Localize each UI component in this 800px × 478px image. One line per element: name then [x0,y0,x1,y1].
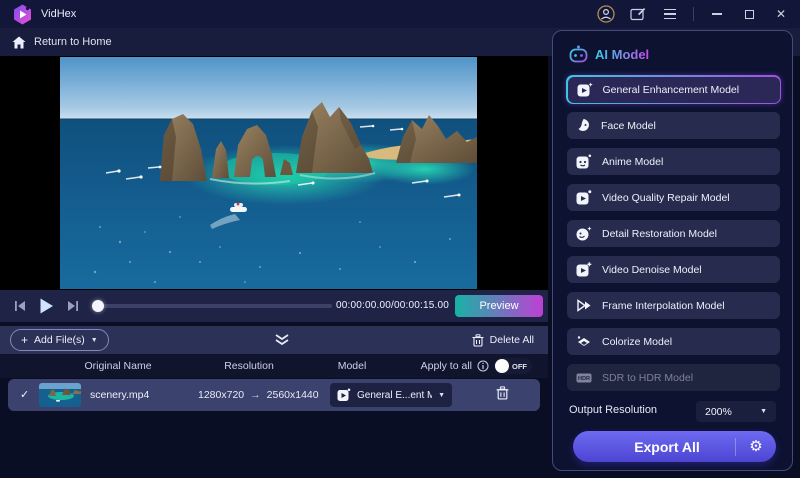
ai-model-panel: AI Model General Enhancement Model Face … [552,30,793,471]
return-home-link[interactable]: Return to Home [34,36,112,48]
chevron-down-icon: ▼ [760,408,767,415]
delete-all-button[interactable]: Delete All [472,326,534,354]
titlebar: VidHex ✕ [0,0,800,28]
model-detail-restoration[interactable]: Detail Restoration Model [567,220,780,247]
file-row[interactable]: ✓ scenery.mp4 1280x720 → 2560x1440 Gener… [8,379,540,411]
plus-icon: + [21,333,29,347]
app-window: VidHex ✕ Return to Home 00:00:00.00/00:0… [0,0,800,478]
close-icon[interactable]: ✕ [772,5,790,23]
row-model-value: General E...ent Model [357,389,433,401]
col-resolution: Resolution [224,360,274,372]
anime-model-icon [576,154,592,169]
chevron-down-icon[interactable]: ▼ [91,337,98,344]
model-play-icon [337,388,351,401]
feedback-icon[interactable] [629,5,647,23]
home-icon[interactable] [12,36,26,49]
arrow-right-icon: → [250,389,261,401]
resolution-to: 2560x1440 [266,389,319,401]
export-settings-gear-icon[interactable]: ⚙ [736,431,776,462]
left-section: 00:00:00.00/00:00:15.00 Preview + Add Fi… [0,56,548,478]
export-all-button[interactable]: Export All ⚙ [573,431,776,462]
robot-icon [569,45,588,63]
model-sdr-to-hdr[interactable]: HDR SDR to HDR Model [567,364,780,391]
seek-knob[interactable] [92,300,104,312]
apply-to-all-toggle[interactable]: OFF [494,358,532,374]
face-model-icon [576,118,591,133]
maximize-icon[interactable] [740,5,758,23]
row-check-icon[interactable]: ✓ [20,379,29,411]
model-face[interactable]: Face Model [567,112,780,139]
model-general-enhancement[interactable]: General Enhancement Model [566,75,781,104]
file-name: scenery.mp4 [90,389,150,401]
menu-icon[interactable] [661,5,679,23]
colorize-model-icon [576,334,592,349]
denoise-model-icon [576,262,592,277]
trash-icon [472,333,484,347]
output-resolution-value: 200% [705,405,732,418]
file-resolution: 1280x720 → 2560x1440 [198,379,319,411]
model-video-denoise[interactable]: Video Denoise Model [567,256,780,283]
svg-text:HDR: HDR [578,376,590,382]
play-button[interactable] [36,296,56,316]
account-icon[interactable] [597,5,615,23]
info-icon[interactable] [477,360,489,372]
hdr-model-icon: HDR [576,370,592,385]
titlebar-separator [693,7,694,21]
file-toolbar: + Add File(s) ▼ Delete All [0,326,548,354]
video-frame [60,57,477,289]
col-model: Model [337,360,367,372]
delete-all-label: Delete All [489,334,534,346]
seek-slider[interactable] [92,300,332,312]
row-model-dropdown[interactable]: General E...ent Model ▼ [330,383,452,407]
repair-model-icon [576,190,592,205]
file-thumbnail [39,383,81,407]
playback-bar: 00:00:00.00/00:00:15.00 Preview [0,290,548,322]
add-files-label: Add File(s) [34,334,85,346]
model-colorize[interactable]: Colorize Model [567,328,780,355]
enhance-model-icon [577,82,593,97]
collapse-list-icon[interactable] [274,333,290,351]
preview-button[interactable]: Preview [455,295,543,317]
detail-model-icon [576,226,592,241]
previous-frame-button[interactable] [10,296,30,316]
col-original-name: Original Name [84,360,152,372]
row-delete-button[interactable] [496,386,509,403]
output-resolution-label: Output Resolution [569,404,658,416]
toggle-state-label: OFF [512,361,527,371]
model-video-quality-repair[interactable]: Video Quality Repair Model [567,184,780,211]
model-frame-interpolation[interactable]: Frame Interpolation Model [567,292,780,319]
chevron-down-icon: ▼ [438,391,445,399]
file-table-header: Original Name Resolution Model Apply to … [0,354,548,378]
minimize-icon[interactable] [708,5,726,23]
toggle-knob[interactable] [495,359,509,373]
frame-interpolation-icon [576,298,592,313]
output-resolution-dropdown[interactable]: 200% ▼ [696,401,776,422]
apply-to-all-label: Apply to all [420,360,472,372]
model-anime[interactable]: Anime Model [567,148,780,175]
output-resolution-row: Output Resolution 200% ▼ [553,401,794,423]
timecode: 00:00:00.00/00:00:15.00 [336,300,450,311]
export-all-label: Export All [634,438,700,455]
video-stage [0,56,548,290]
next-frame-button[interactable] [62,296,82,316]
app-title: VidHex [41,8,77,20]
panel-title: AI Model [595,46,650,62]
app-logo-icon [13,4,32,25]
resolution-from: 1280x720 [198,389,245,401]
add-files-button[interactable]: + Add File(s) ▼ [10,329,109,351]
